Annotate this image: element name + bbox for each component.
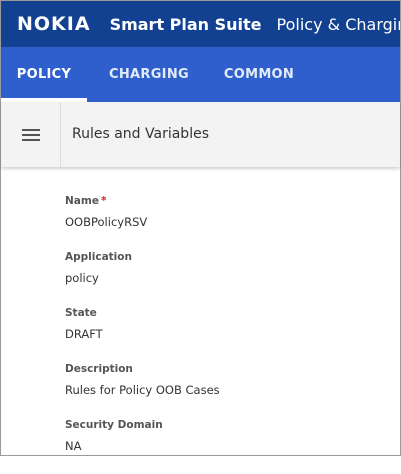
suite-title: Smart Plan Suite — [109, 14, 262, 34]
tab-common[interactable]: COMMON — [219, 47, 299, 102]
field-name: Name * OOBPolicyRSV — [65, 194, 220, 250]
field-security-domain: Security Domain NA — [65, 418, 220, 474]
field-security-domain-value: NA — [65, 439, 82, 453]
page-header: Rules and Variables — [1, 102, 400, 167]
field-description-label: Description — [65, 363, 133, 375]
field-description-value: Rules for Policy OOB Cases — [65, 383, 220, 397]
field-state-label: State — [65, 307, 97, 319]
field-application-value: policy — [65, 271, 99, 285]
tab-policy-label: POLICY — [16, 67, 72, 82]
field-description: Description Rules for Policy OOB Cases — [65, 362, 220, 418]
field-state: State DRAFT — [65, 306, 220, 362]
field-state-value: DRAFT — [65, 327, 103, 341]
tab-charging-label: CHARGING — [109, 67, 189, 82]
field-application-label: Application — [65, 251, 132, 263]
top-app-bar: NOKIA Smart Plan Suite Policy & Charging — [1, 1, 400, 47]
field-security-domain-label: Security Domain — [65, 419, 163, 431]
required-marker: * — [100, 195, 107, 207]
field-application: Application policy — [65, 250, 220, 306]
brand-logo: NOKIA — [17, 13, 91, 35]
main-tab-bar: POLICY CHARGING COMMON — [1, 47, 400, 102]
menu-button[interactable] — [1, 102, 61, 167]
page-title: Rules and Variables — [72, 126, 209, 142]
tab-policy[interactable]: POLICY — [1, 47, 87, 102]
field-name-value: OOBPolicyRSV — [65, 215, 148, 229]
tab-common-label: COMMON — [223, 67, 295, 82]
detail-form: Name * OOBPolicyRSV Application policy St… — [65, 194, 220, 474]
tab-charging[interactable]: CHARGING — [105, 47, 193, 102]
hamburger-menu-icon — [21, 128, 40, 141]
field-name-label: Name * — [65, 195, 107, 207]
product-title: Policy & Charging — [276, 14, 400, 34]
